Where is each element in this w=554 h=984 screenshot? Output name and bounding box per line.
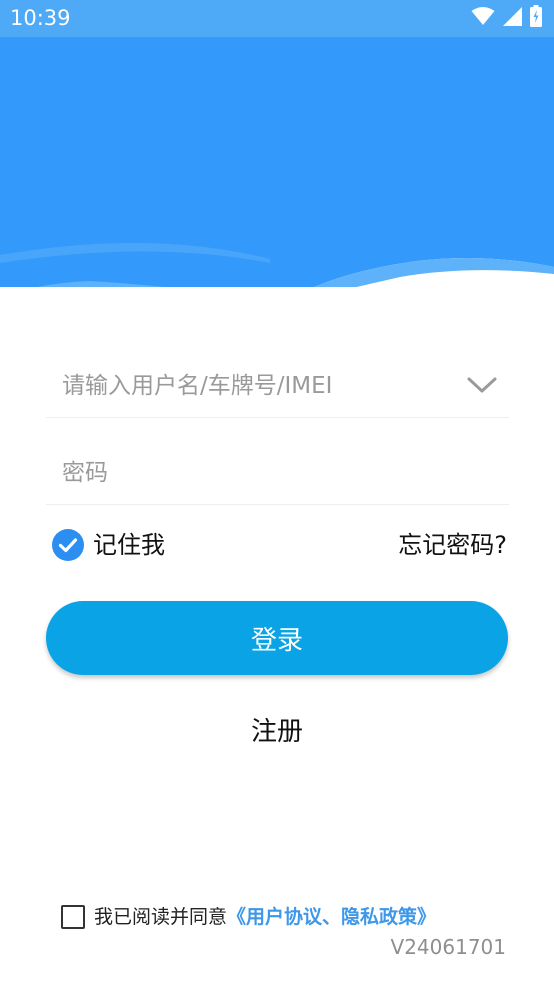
agreement-checkbox[interactable]	[61, 905, 85, 929]
username-field[interactable]: 请输入用户名/车牌号/IMEI	[46, 357, 509, 418]
user-agreement-privacy-link[interactable]: 《用户协议、隐私政策》	[227, 903, 436, 931]
register-link[interactable]: 注册	[0, 714, 554, 750]
chevron-down-icon[interactable]	[467, 374, 497, 396]
remember-me-checkbox[interactable]: 记住我	[52, 528, 165, 562]
password-placeholder[interactable]: 密码	[62, 458, 108, 488]
battery-icon	[530, 5, 542, 31]
status-time: 10:39	[10, 6, 71, 30]
status-icons	[471, 5, 542, 31]
check-circle-icon[interactable]	[52, 529, 84, 561]
agreement-row: 我已阅读并同意 《用户协议、隐私政策》	[61, 903, 436, 931]
login-button[interactable]: 登录	[46, 601, 508, 675]
forgot-password-link[interactable]: 忘记密码?	[398, 528, 507, 562]
wifi-icon	[471, 6, 495, 30]
password-field[interactable]: 密码	[46, 444, 509, 505]
agreement-text: 我已阅读并同意	[94, 906, 228, 928]
header-wave-banner	[0, 37, 554, 313]
username-placeholder[interactable]: 请输入用户名/车牌号/IMEI	[62, 371, 332, 401]
app-version: V24061701	[390, 935, 506, 959]
remember-me-label[interactable]: 记住我	[93, 528, 165, 562]
cell-signal-icon	[503, 6, 522, 30]
status-bar: 10:39	[0, 0, 554, 37]
